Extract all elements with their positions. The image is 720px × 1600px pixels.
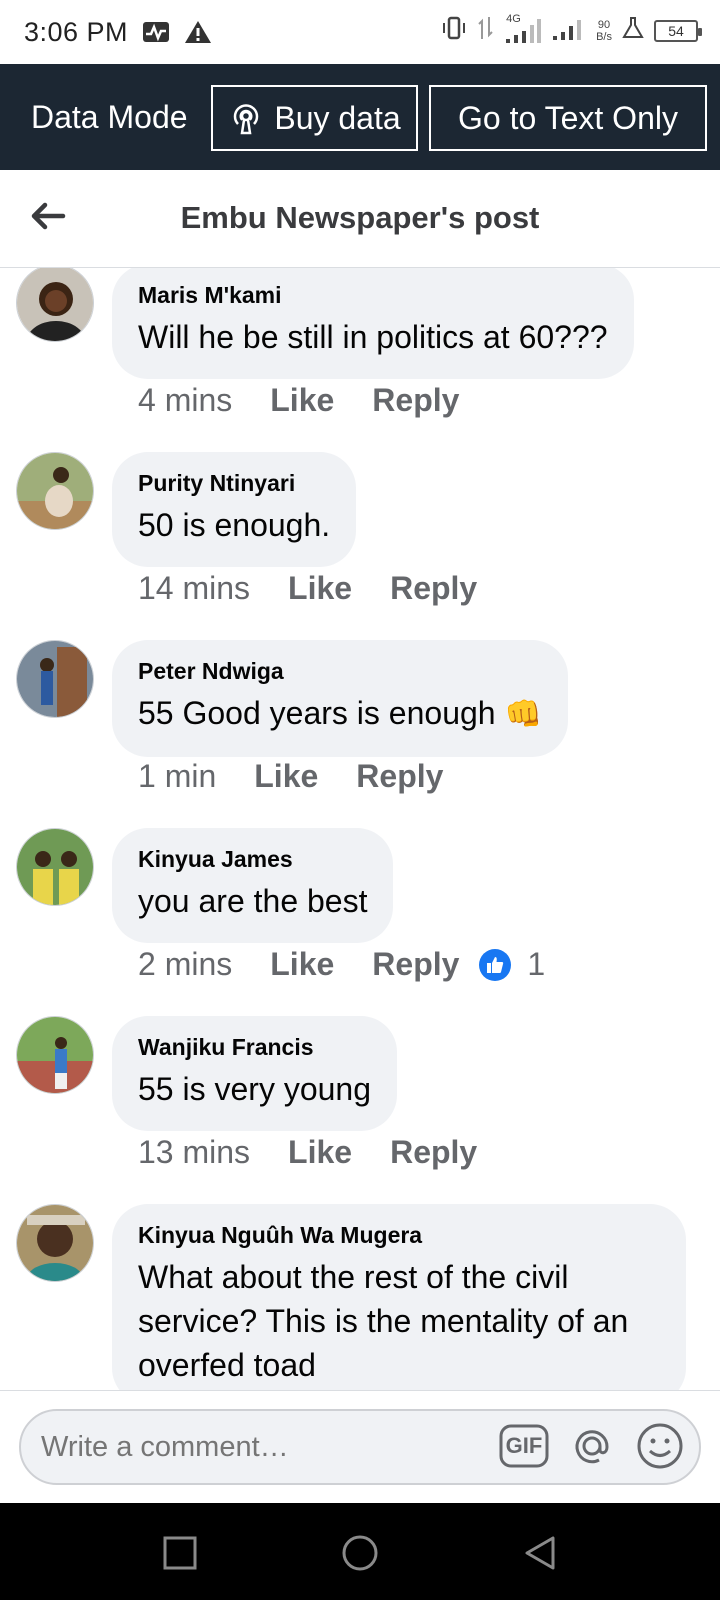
status-bar: 3:06 PM 4G 90 B/s 54	[0, 0, 720, 64]
network-speed: 90 B/s	[596, 19, 612, 43]
comment-author[interactable]: Kinyua James	[138, 846, 367, 873]
comment-author[interactable]: Purity Ntinyari	[138, 470, 330, 497]
comment-bubble[interactable]: Peter Ndwiga 55 Good years is enough 👊	[112, 640, 568, 757]
comment-composer: GIF	[0, 1390, 720, 1503]
warning-icon	[184, 19, 212, 45]
data-mode-label: Data Mode	[31, 98, 188, 135]
comment-text: 55 Good years is enough 👊	[138, 691, 542, 737]
back-nav-button[interactable]	[520, 1533, 560, 1573]
comment-bubble[interactable]: Kinyua James you are the best	[112, 828, 394, 943]
like-button[interactable]: Like	[270, 382, 334, 419]
buy-data-label: Buy data	[274, 99, 401, 136]
comment-time[interactable]: 4 mins	[138, 382, 232, 419]
data-transfer-icon	[478, 15, 494, 46]
comment-text-content: 55 Good years is enough	[138, 695, 496, 731]
home-button[interactable]	[340, 1533, 380, 1573]
comment-text: Will he be still in politics at 60???	[138, 319, 608, 355]
comment-bubble[interactable]: Kinyua Nguûh Wa Mugera What about the re…	[112, 1204, 686, 1390]
comment-text: you are the best	[138, 883, 368, 919]
reply-button[interactable]: Reply	[356, 758, 443, 795]
activity-icon	[142, 20, 170, 44]
comment-bubble[interactable]: Purity Ntinyari 50 is enough.	[112, 452, 357, 567]
comments-list: Maris M'kami Will he be still in politic…	[0, 268, 720, 1390]
recents-button[interactable]	[160, 1533, 200, 1573]
circle-icon	[342, 1535, 378, 1571]
battery-icon: 54	[654, 19, 702, 42]
page-title: Embu Newspaper's post	[180, 200, 540, 235]
signal-icon	[552, 14, 586, 47]
comment-author[interactable]: Wanjiku Francis	[138, 1034, 371, 1061]
avatar[interactable]	[16, 1204, 94, 1282]
reply-button[interactable]: Reply	[390, 1134, 477, 1171]
comment-actions: 13 mins Like Reply	[138, 1134, 515, 1171]
avatar[interactable]	[16, 1016, 94, 1094]
speed-unit: B/s	[596, 30, 612, 43]
comment-text: What about the rest of the civil service…	[138, 1255, 660, 1387]
at-sign-icon	[575, 1430, 609, 1464]
avatar[interactable]	[16, 268, 94, 342]
comment-author[interactable]: Peter Ndwiga	[138, 658, 542, 685]
comment-actions: 1 min Like Reply	[138, 758, 481, 795]
broadcast-icon	[228, 100, 264, 136]
like-button[interactable]: Like	[288, 1134, 352, 1171]
comment-text-line: What about the rest of the civil	[138, 1259, 569, 1295]
comment-text: 50 is enough.	[138, 507, 331, 543]
comment-text: 55 is very young	[138, 1071, 372, 1107]
fist-emoji: 👊	[504, 698, 542, 731]
like-button[interactable]: Like	[270, 946, 334, 983]
square-icon	[163, 1536, 197, 1570]
comment-author[interactable]: Maris M'kami	[138, 282, 608, 309]
comment-actions: 4 mins Like Reply	[138, 382, 497, 419]
triangle-back-icon	[525, 1536, 555, 1570]
reply-button[interactable]: Reply	[390, 570, 477, 607]
status-indicators: 4G 90 B/s 54	[440, 13, 702, 47]
avatar[interactable]	[16, 828, 94, 906]
signal-4g-icon: 4G	[504, 13, 542, 45]
comment-text-line: overfed toad	[138, 1347, 316, 1383]
vibrate-icon	[440, 15, 468, 46]
system-nav-bar	[0, 1503, 720, 1600]
text-only-button[interactable]: Go to Text Only	[429, 85, 707, 151]
reaction-count[interactable]: 1	[479, 946, 545, 983]
avatar[interactable]	[16, 452, 94, 530]
comment-actions: 2 mins Like Reply 1	[138, 946, 545, 983]
gif-label: GIF	[505, 1433, 543, 1458]
comment-time[interactable]: 13 mins	[138, 1134, 250, 1171]
avatar[interactable]	[16, 640, 94, 718]
gif-button[interactable]: GIF	[499, 1421, 549, 1471]
buy-data-button[interactable]: Buy data	[211, 85, 418, 151]
comment-time[interactable]: 14 mins	[138, 570, 250, 607]
status-time: 3:06 PM	[24, 16, 129, 47]
reaction-number: 1	[527, 946, 546, 982]
emoji-button[interactable]	[635, 1421, 685, 1471]
comment-author[interactable]: Kinyua Nguûh Wa Mugera	[138, 1222, 660, 1249]
thumbs-up-icon	[479, 948, 512, 981]
smiley-icon	[637, 1423, 683, 1469]
mention-button[interactable]	[567, 1421, 617, 1471]
comment-time[interactable]: 1 min	[138, 758, 216, 795]
data-mode-bar: Data Mode Buy data Go to Text Only	[0, 64, 720, 170]
comment-bubble[interactable]: Wanjiku Francis 55 is very young	[112, 1016, 398, 1131]
comment-text-line: service? This is the mentality of an	[138, 1303, 629, 1339]
battery-level: 54	[668, 22, 684, 39]
reply-button[interactable]: Reply	[372, 946, 459, 983]
flask-icon	[622, 16, 644, 45]
like-button[interactable]: Like	[254, 758, 318, 795]
comment-actions: 14 mins Like Reply	[138, 570, 515, 607]
reply-button[interactable]: Reply	[372, 382, 459, 419]
comment-bubble[interactable]: Maris M'kami Will he be still in politic…	[112, 268, 634, 379]
speed-value: 90	[597, 18, 611, 31]
text-only-label: Go to Text Only	[458, 99, 678, 136]
like-button[interactable]: Like	[288, 570, 352, 607]
post-header: Embu Newspaper's post	[0, 170, 720, 268]
comment-time[interactable]: 2 mins	[138, 946, 232, 983]
